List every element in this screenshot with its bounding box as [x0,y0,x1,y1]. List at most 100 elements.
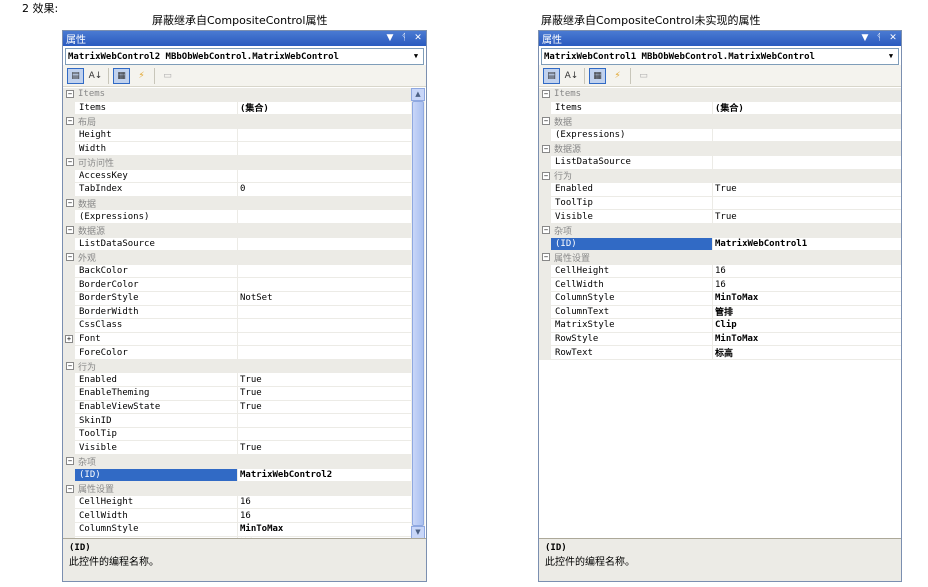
property-row[interactable]: Height [63,128,411,143]
property-name[interactable]: Enabled [75,373,238,387]
property-value[interactable]: MinToMax [238,524,411,534]
categorized-icon[interactable]: ▤ [543,67,560,84]
property-row[interactable]: CellWidth 16 [539,278,901,292]
property-value[interactable]: True [238,443,411,453]
property-name[interactable]: BackColor [75,264,238,278]
property-row[interactable]: ForeColor [63,346,411,360]
property-value[interactable]: True [713,184,901,194]
property-name[interactable]: AccessKey [75,169,238,183]
property-row[interactable]: (ID) MatrixWebControl1 [539,237,901,252]
property-row[interactable]: ColumnStyle MinToMax [63,523,411,537]
collapse-icon[interactable]: − [542,117,550,126]
property-row[interactable]: RowStyle MinToMax [539,332,901,347]
property-row[interactable]: MatrixStyle Clip [539,319,901,333]
property-row[interactable]: CellWidth 16 [63,509,411,523]
property-row[interactable]: BorderColor [63,278,411,292]
property-name[interactable]: CellHeight [551,264,713,278]
category-row[interactable]: − 布局 [63,115,411,129]
property-value[interactable]: Clip [713,320,901,330]
property-value[interactable]: 16 [713,280,901,290]
property-value[interactable]: MatrixWebControl2 [238,470,411,480]
properties-icon[interactable]: ▦ [113,67,130,84]
property-name[interactable]: EnableTheming [75,387,238,400]
property-row[interactable]: CellHeight 16 [539,264,901,279]
property-name[interactable]: SkinID [75,414,238,427]
property-name[interactable]: ToolTip [75,427,238,441]
events-icon[interactable]: ⚡ [133,68,150,84]
property-value[interactable]: MinToMax [713,334,901,344]
property-name[interactable]: Visible [551,210,713,223]
property-row[interactable]: BorderStyle NotSet [63,291,411,306]
close-icon[interactable]: ✕ [412,32,424,45]
category-row[interactable]: − 行为 [63,359,411,374]
category-row[interactable]: − 可访问性 [63,155,411,170]
property-name[interactable]: ListDataSource [551,155,713,169]
property-row[interactable]: Enabled True [539,183,901,197]
collapse-icon[interactable]: − [66,362,74,371]
chevron-down-icon[interactable]: ▼ [410,50,422,63]
property-row[interactable]: Width [63,142,411,156]
property-name[interactable]: CellWidth [551,278,713,291]
property-pages-icon[interactable]: ▭ [159,68,176,84]
property-name[interactable]: RowText [551,346,713,359]
property-name[interactable]: BorderColor [75,278,238,291]
property-name[interactable]: ForeColor [75,346,238,359]
property-row[interactable]: + Font [63,332,411,347]
collapse-icon[interactable]: − [66,158,74,167]
scroll-thumb[interactable] [412,101,424,526]
property-name[interactable]: CellWidth [75,509,238,522]
property-row[interactable]: BackColor [63,264,411,279]
property-name[interactable]: BorderWidth [75,305,238,319]
collapse-icon[interactable]: − [66,253,74,262]
property-name[interactable]: ColumnStyle [551,291,713,305]
property-name[interactable]: TabIndex [75,183,238,196]
category-row[interactable]: − 杂项 [539,223,901,238]
property-row[interactable]: ToolTip [539,196,901,211]
category-row[interactable]: − 属性设置 [539,251,901,265]
property-row[interactable]: (Expressions) [63,210,411,224]
events-icon[interactable]: ⚡ [609,68,626,84]
property-name[interactable]: Visible [75,441,238,455]
property-name[interactable]: (Expressions) [75,210,238,223]
object-selector[interactable]: MatrixWebControl2 MBbObWebControl.Matrix… [65,48,424,65]
property-value[interactable]: MatrixWebControl1 [713,239,901,249]
expand-icon[interactable]: + [65,334,73,343]
property-value[interactable]: True [238,375,411,385]
property-name[interactable]: CellHeight [75,495,238,509]
property-name[interactable]: ColumnText [551,305,713,319]
property-value[interactable]: 16 [238,497,411,507]
property-name[interactable]: EnableViewState [75,400,238,414]
category-row[interactable]: − 数据源 [539,142,901,156]
vertical-scrollbar[interactable]: ▲ ▼ [411,88,425,539]
property-name[interactable]: Items [551,101,713,115]
category-row[interactable]: − 数据源 [63,223,411,238]
property-row[interactable]: Enabled True [63,373,411,388]
category-row[interactable]: − 外观 [63,251,411,265]
collapse-icon[interactable]: − [542,226,550,235]
property-row[interactable]: (Expressions) [539,128,901,143]
collapse-icon[interactable]: − [66,484,74,493]
property-name[interactable]: ToolTip [551,196,713,210]
object-selector[interactable]: MatrixWebControl1 MBbObWebControl.Matrix… [541,48,899,65]
property-name[interactable]: Items [75,101,238,115]
property-row[interactable]: CssClass [63,319,411,333]
property-row[interactable]: Visible True [539,210,901,224]
chevron-down-icon[interactable]: ▼ [885,50,897,63]
collapse-icon[interactable]: − [542,90,550,99]
property-row[interactable]: EnableViewState True [63,400,411,415]
pin-icon[interactable]: ᛩ [873,32,885,45]
alphabetical-icon[interactable]: A↓ [563,68,580,84]
collapse-icon[interactable]: − [542,171,550,180]
property-row[interactable]: CellHeight 16 [63,495,411,510]
property-value[interactable]: True [238,388,411,398]
category-row[interactable]: − 属性设置 [63,482,411,496]
property-value[interactable]: 0 [238,184,411,194]
category-row[interactable]: − 杂项 [63,455,411,469]
property-value[interactable]: 16 [713,266,901,276]
alphabetical-icon[interactable]: A↓ [87,68,104,84]
property-value[interactable]: True [713,212,901,222]
property-row[interactable]: ListDataSource [539,155,901,170]
property-pages-icon[interactable]: ▭ [635,68,652,84]
collapse-icon[interactable]: − [542,253,550,262]
property-row[interactable]: EnableTheming True [63,387,411,401]
